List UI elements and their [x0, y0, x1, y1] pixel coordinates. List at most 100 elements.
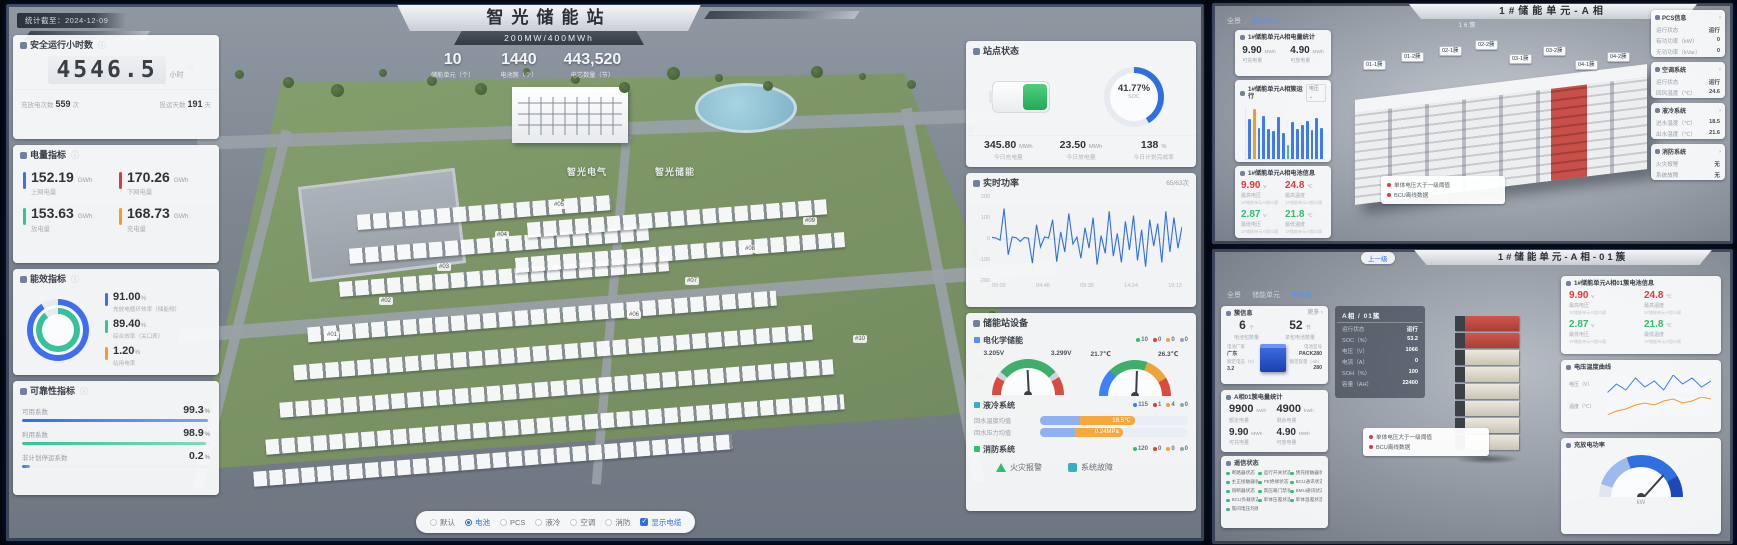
stat-units-value: 10: [431, 51, 474, 69]
breadcrumb-overview[interactable]: 全景: [1227, 292, 1241, 299]
cluster-tag-03-2簇[interactable]: 03-2簇: [1543, 46, 1566, 56]
max-temp: 24.8 ℃最高温度1#储能单元A相01簇: [1285, 180, 1325, 206]
metric-daily-charge: 345.80 MWh今日充电量: [972, 139, 1045, 161]
fire-icon: [974, 446, 980, 452]
rated-energy: 9900 kWh额定电量: [1229, 403, 1273, 423]
stats-date: 统计截至：2024-12-09: [17, 13, 126, 28]
cluster-title: 1#储能单元-A相-01簇: [1408, 250, 1718, 265]
min-voltage: 2.87 V最低电压1#储能单元A相01簇: [1241, 209, 1281, 235]
view-option-PCS[interactable]: PCS: [500, 518, 525, 527]
area-tag-#01: #01: [325, 331, 339, 339]
unit-cluster-chart-card: 1#储能单元A相簇运行电压 ⌄: [1235, 80, 1331, 162]
wave-icon: [973, 180, 980, 187]
back-button[interactable]: 上一级: [1361, 252, 1395, 264]
cell-voltage-gauge: 3.205V3.299V: [980, 350, 1076, 396]
info-card-icon: [1226, 311, 1231, 316]
info-icon[interactable]: ⓘ: [98, 41, 106, 51]
view-option-电池[interactable]: 电池: [465, 517, 490, 528]
max-temp: 24.8 ℃最高温度1#储能单元A相01簇: [1644, 290, 1713, 316]
view-option-液冷[interactable]: 液冷: [535, 517, 560, 528]
fire-system-row: 消防系统120000: [966, 440, 1196, 457]
unit-dischargeable: 4.90 MWh可放电量: [1290, 45, 1323, 64]
battery-pack-image: [1260, 344, 1286, 372]
cluster-bar-chart: [1245, 107, 1325, 160]
safety-hours-unit: 小时: [170, 72, 184, 79]
battery-system-icon: [974, 337, 980, 343]
telemetry-item: 高压箱门禁状态: [1258, 488, 1290, 494]
temp-sparkline: [1607, 397, 1711, 415]
metric-unplanned-outage: 非计划停运系数0.2%: [13, 445, 219, 468]
metric-charge: 168.73 GWh充电量: [119, 206, 209, 232]
system-fault-chip: 系统故障: [1068, 462, 1113, 473]
red-dot-icon: [1369, 445, 1373, 449]
soc-label: SOC: [1104, 94, 1164, 100]
fire-status-dots: 120000: [1133, 446, 1188, 452]
bolt-icon: [20, 152, 27, 159]
unit-subtitle: 16簇: [1413, 20, 1523, 29]
breadcrumb-unit[interactable]: 储能单元: [1252, 292, 1280, 299]
cluster-panel: 1#储能单元-A相-01簇 上一级 全景／储能单元／电池簇 单体电压大于一级阈值…: [1212, 249, 1733, 544]
red-dot-icon: [1369, 435, 1373, 439]
remaining-energy: 4900 kWh剩余电量: [1277, 403, 1321, 423]
expand-chevron-icon[interactable]: ›: [1719, 108, 1721, 114]
cluster-tag-04-1簇[interactable]: 04-1簇: [1575, 60, 1598, 70]
view-option-消防[interactable]: 消防: [605, 517, 630, 528]
stat-cells: 443,520 电芯数量（节）: [563, 51, 621, 79]
fault-icon: [1068, 463, 1077, 472]
view-option-默认[interactable]: 默认: [430, 517, 455, 528]
info-icon[interactable]: ⓘ: [80, 387, 88, 397]
expand-chevron-icon[interactable]: ›: [1719, 15, 1721, 21]
cluster-tag-01-1簇[interactable]: 01-1簇: [1363, 60, 1386, 70]
metric-availability: 可用系数99.3%: [13, 399, 219, 422]
view-option-空调[interactable]: 空调: [570, 517, 595, 528]
flag-icon: [20, 388, 27, 395]
cluster-tag-04-2簇[interactable]: 04-2簇: [1607, 52, 1630, 62]
breadcrumb-overview[interactable]: 全景: [1227, 18, 1241, 25]
expand-chevron-icon[interactable]: ›: [1719, 149, 1721, 155]
more-link[interactable]: 更多 ›: [1307, 310, 1323, 317]
bars-icon: [1240, 91, 1245, 96]
devices-icon: [973, 320, 980, 327]
vendor-pair: 电池厂家广东: [1227, 344, 1257, 358]
reliability-title: 可靠性指标: [30, 386, 75, 397]
red-dot-icon: [1387, 183, 1391, 187]
cluster-tag-03-1簇[interactable]: 03-1簇: [1509, 54, 1532, 64]
gauge-icon: [1566, 443, 1571, 448]
info-icon[interactable]: ⓘ: [71, 151, 79, 161]
area-tag-#08: #08: [743, 245, 757, 253]
stat-cells-label: 电芯数量（节）: [563, 70, 621, 79]
telemetry-item: 熔断器状态: [1226, 488, 1258, 494]
telemetry-grid: 断路器状态运行开关状态预充接触器状态主正接触器状态PE绝缘状态BCU通讯状态熔断…: [1221, 469, 1328, 516]
metric-overall-efficiency: 89.40%综合效率（关口表）: [105, 318, 213, 340]
info-icon[interactable]: ⓘ: [71, 275, 79, 285]
station-title: 智光储能站: [391, 5, 707, 31]
cooling-system-row: 液冷系统115140: [966, 396, 1196, 413]
breadcrumb-cluster[interactable]: 电池簇: [1291, 292, 1312, 299]
area-tag-#07: #07: [685, 277, 699, 285]
cluster-tag-01-2簇[interactable]: 01-2簇: [1401, 52, 1424, 62]
breadcrumb-unit[interactable]: 储能单元: [1252, 18, 1280, 25]
cell-temp-gauge: 21.7℃26.3℃: [1087, 350, 1183, 396]
cooling-icon: [974, 402, 980, 408]
show-cables-checkbox[interactable]: ✓显示电缆: [640, 517, 681, 528]
flame-icon: [996, 463, 1006, 472]
unit-legend: 单体电压大于一级阈值 BCU离线数据: [1381, 176, 1505, 204]
days-in-service: 投运天数191天: [159, 94, 211, 112]
metric-select[interactable]: 电压 ⌄: [1306, 84, 1326, 102]
logo-storage: 智光储能: [655, 165, 695, 178]
battery-system-row: 电化学储能10000: [966, 331, 1196, 348]
area-tag-#04: #04: [495, 231, 509, 239]
expand-chevron-icon[interactable]: ›: [1719, 67, 1721, 73]
logo-zhiguang: 智光电气: [567, 165, 607, 178]
voltage-sparkline: [1607, 375, 1711, 393]
soc-value: 41.77%: [1104, 83, 1164, 94]
cluster-tag-02-2簇[interactable]: 02-2簇: [1475, 40, 1498, 50]
metric-plan-completion: 138 %今日计划完成率: [1117, 139, 1190, 161]
cluster-tag-02-1簇[interactable]: 02-1簇: [1439, 46, 1462, 56]
cluster-status-rows: 运行状态运行SOC（%）53.2电压（V）1066电流（A）0SOH（%）100…: [1337, 323, 1423, 389]
site-metrics: 345.80 MWh今日充电量 23.50 MWh今日放电量 138 %今日计划…: [966, 135, 1196, 161]
cluster-legend: 单体电压大于一级阈值 BCU离线数据: [1363, 428, 1489, 456]
cluster-status-title: A相 / 01簇: [1337, 309, 1423, 323]
min-temp: 21.8 ℃最低温度1#储能单元A相01簇: [1285, 209, 1325, 235]
efficiency-donut: [27, 299, 89, 361]
